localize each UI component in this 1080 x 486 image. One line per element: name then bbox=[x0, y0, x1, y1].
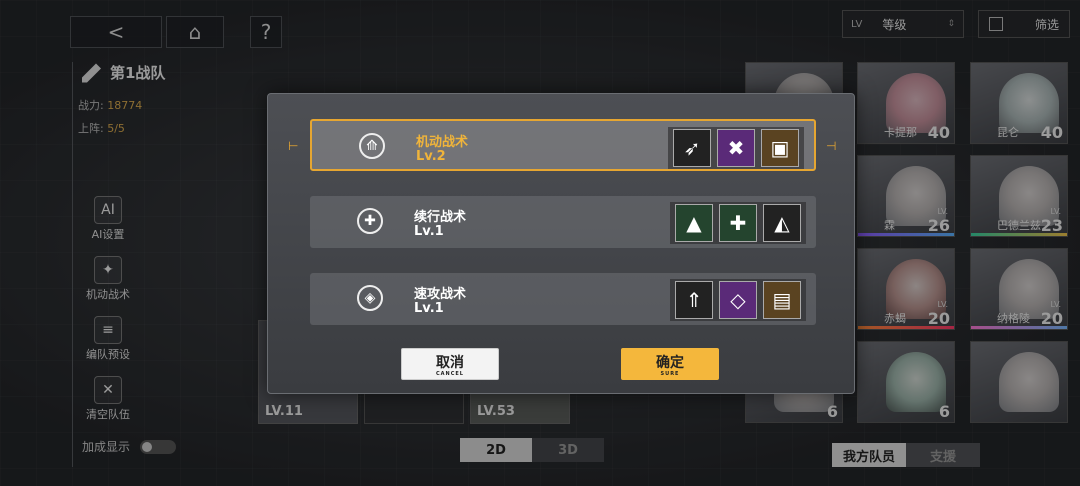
tactic-emblem: ◈ bbox=[348, 279, 392, 317]
skill-box-icon[interactable]: ▤ bbox=[763, 281, 801, 319]
cancel-button[interactable]: 取消 CANCEL bbox=[401, 348, 499, 380]
bracket-right-icon: ⊣ bbox=[826, 139, 837, 153]
skill-icons: ➶ ✖ ▣ bbox=[668, 127, 804, 169]
tactic-select-dialog: ⊢ ⊣ ⟰ 机动战术 Lv.2 ➶ ✖ ▣ ✚ 续行战术 Lv.1 ▲ ✚ ◭ … bbox=[267, 93, 855, 394]
tactic-option-mobile[interactable]: ⟰ 机动战术 Lv.2 ➶ ✖ ▣ bbox=[310, 119, 816, 171]
tactic-emblem: ✚ bbox=[348, 202, 392, 240]
skill-shield-icon[interactable]: ▣ bbox=[761, 129, 799, 167]
skill-pyramid-icon[interactable]: ◭ bbox=[763, 204, 801, 242]
skill-diamond-icon[interactable]: ◇ bbox=[719, 281, 757, 319]
skill-dash-icon[interactable]: ➶ bbox=[673, 129, 711, 167]
tactic-option-assault[interactable]: ◈ 速攻战术 Lv.1 ⇑ ◇ ▤ bbox=[310, 273, 816, 325]
bracket-left-icon: ⊢ bbox=[288, 139, 299, 153]
tactic-option-sustain[interactable]: ✚ 续行战术 Lv.1 ▲ ✚ ◭ bbox=[310, 196, 816, 248]
sustain-tactic-icon: ✚ bbox=[357, 208, 383, 234]
assault-tactic-icon: ◈ bbox=[357, 285, 383, 311]
confirm-button[interactable]: 确定 SURE bbox=[621, 348, 719, 380]
skill-spear-icon[interactable]: ⇑ bbox=[675, 281, 713, 319]
mobile-tactic-icon: ⟰ bbox=[359, 133, 385, 159]
skill-icons: ▲ ✚ ◭ bbox=[670, 202, 806, 244]
skill-plus-icon[interactable]: ✚ bbox=[719, 204, 757, 242]
skill-triangle-icon[interactable]: ▲ bbox=[675, 204, 713, 242]
skill-icons: ⇑ ◇ ▤ bbox=[670, 279, 806, 321]
tactic-emblem: ⟰ bbox=[350, 127, 394, 165]
skill-cross-icon[interactable]: ✖ bbox=[717, 129, 755, 167]
